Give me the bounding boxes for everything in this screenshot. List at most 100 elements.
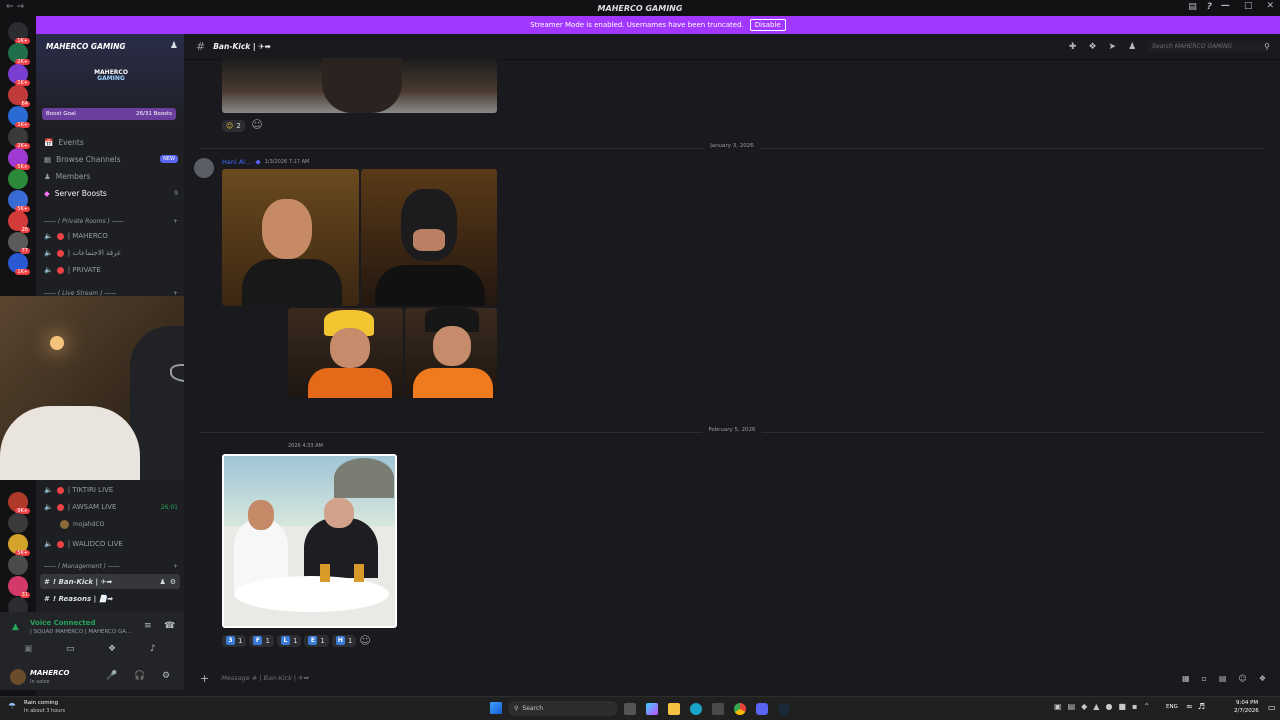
server-icon[interactable] xyxy=(8,513,28,533)
reaction[interactable]: 31 xyxy=(222,634,247,647)
sticker-icon[interactable]: ▤ xyxy=(1219,674,1227,683)
disconnect-icon[interactable]: ☎ xyxy=(164,621,175,631)
search-icon[interactable]: ⚲ xyxy=(1264,42,1270,51)
headphones-icon[interactable]: 🎧 xyxy=(134,671,145,681)
tray-app-icon[interactable]: ▲ xyxy=(1093,702,1099,711)
text-channel-ban-kick[interactable]: # ! Ban-Kick | ✈➡ ♟ ⚙ xyxy=(40,574,180,589)
activities-icon[interactable]: ❖ xyxy=(108,644,116,654)
voice-channel-meeting[interactable]: 🔈 | غرفة الاجتماعات xyxy=(44,246,178,260)
user-settings-gear-icon[interactable]: ⚙ xyxy=(162,671,170,681)
image-tile-naruto[interactable] xyxy=(288,308,403,398)
nav-back-forward[interactable]: ← → xyxy=(6,2,24,12)
server-icon[interactable] xyxy=(8,555,28,575)
camera-off-icon[interactable]: ▣ xyxy=(24,644,33,654)
voice-channel-name[interactable]: | SQUAD MAHERCO | MAHERCO GA... xyxy=(30,629,134,635)
server-icon[interactable]: 77 xyxy=(8,232,30,254)
invite-people-icon[interactable]: ♟ xyxy=(170,41,178,51)
server-header[interactable]: MAHERCO GAMING ♟ MAHERCO GAMING Boost Go… xyxy=(36,34,184,126)
server-icon[interactable]: 64 xyxy=(8,85,30,107)
start-windows-icon[interactable] xyxy=(490,702,502,714)
threads-icon[interactable]: ✚ xyxy=(1069,42,1077,52)
server-icon[interactable]: 1K+ xyxy=(8,106,30,128)
pin-icon[interactable]: ➤ xyxy=(1109,42,1117,52)
microphone-icon[interactable]: 🎤 xyxy=(106,671,117,681)
voice-connected-label[interactable]: Voice Connected xyxy=(30,619,96,627)
reaction[interactable]: ☺ 2 xyxy=(222,120,245,132)
language-indicator[interactable]: ENG xyxy=(1166,704,1178,710)
reaction[interactable]: F1 xyxy=(249,634,274,647)
add-reaction-icon[interactable]: ☺ xyxy=(251,118,262,131)
reaction[interactable]: E1 xyxy=(304,634,329,647)
server-icon[interactable]: 1K+ xyxy=(8,64,30,86)
help-icon[interactable]: ? xyxy=(1207,2,1212,12)
server-name[interactable]: MAHERCO GAMING xyxy=(46,42,126,51)
file-explorer-icon[interactable] xyxy=(668,703,680,715)
voice-channel-private[interactable]: 🔈 | PRIVATE xyxy=(44,263,178,277)
server-icon[interactable]: 2K+ xyxy=(8,127,30,149)
category-private-rooms[interactable]: —— ( Private Rooms ) —— + xyxy=(44,218,178,225)
add-attachment-icon[interactable]: + xyxy=(200,672,209,685)
steam-icon[interactable] xyxy=(778,703,790,715)
voice-channel-maherco[interactable]: 🔈 | MAHERCO xyxy=(44,229,178,243)
maximize-button[interactable]: □ xyxy=(1244,1,1253,11)
server-icon[interactable]: 1K+ xyxy=(8,253,30,275)
inbox-icon[interactable]: ▤ xyxy=(1188,2,1197,12)
server-icon[interactable]: 2K+ xyxy=(8,43,30,65)
reaction[interactable]: H1 xyxy=(331,634,357,647)
member-list-icon[interactable]: ♟ xyxy=(1128,42,1136,52)
close-button[interactable]: ✕ xyxy=(1266,1,1274,11)
invite-icon[interactable]: ♟ xyxy=(159,578,165,586)
tray-app-icon[interactable]: ▤ xyxy=(1068,702,1076,711)
copilot-icon[interactable] xyxy=(646,703,658,715)
image-tile-bald-man[interactable] xyxy=(222,169,359,306)
nav-browse-channels[interactable]: ▦ Browse Channels NEW xyxy=(44,152,178,166)
message-input[interactable]: Message # | Ban-Kick | ✈➡ xyxy=(221,674,1121,682)
disable-streamer-button[interactable]: Disable xyxy=(749,19,786,31)
text-channel-reasons[interactable]: # ! Reasons | 📄➡ xyxy=(40,591,180,606)
screen-share-icon[interactable]: ▭ xyxy=(66,644,75,654)
soundboard-icon[interactable]: ♪ xyxy=(150,644,156,654)
weather-label[interactable]: Rain coming xyxy=(24,700,58,706)
clock-time[interactable]: 9:04 PM xyxy=(1236,700,1258,706)
tray-chevron-icon[interactable]: ⌃ xyxy=(1143,702,1150,711)
discord-icon[interactable] xyxy=(756,703,768,715)
server-icon[interactable]: 9K+ xyxy=(8,492,30,514)
username[interactable]: MAHERCO xyxy=(30,669,70,677)
server-icon[interactable]: 1K+ xyxy=(8,22,30,44)
category-management[interactable]: —— ( Management ) —— + xyxy=(44,563,178,570)
server-icon[interactable]: 5K+ xyxy=(8,534,30,556)
edge-icon[interactable] xyxy=(690,703,702,715)
author-name[interactable]: Hani Al... xyxy=(222,158,251,166)
server-icon[interactable] xyxy=(8,169,28,189)
add-channel-icon[interactable]: + xyxy=(173,563,178,570)
avatar[interactable] xyxy=(10,669,26,685)
tray-app-icon[interactable]: ● xyxy=(1105,702,1112,711)
tray-app-icon[interactable]: ■ xyxy=(1118,702,1126,711)
apps-icon[interactable]: ❖ xyxy=(1259,674,1266,683)
reaction[interactable]: L1 xyxy=(276,634,302,647)
tray-app-icon[interactable]: ▣ xyxy=(1054,702,1062,711)
clock-date[interactable]: 2/7/2026 xyxy=(1234,708,1259,714)
emoji-icon[interactable]: ☺ xyxy=(1238,674,1246,683)
volume-icon[interactable]: ♬ xyxy=(1198,702,1205,711)
avatar[interactable] xyxy=(194,158,214,178)
tray-app-icon[interactable]: ◆ xyxy=(1081,702,1087,711)
server-icon[interactable]: 26 xyxy=(8,211,30,233)
server-icon[interactable]: 5K+ xyxy=(8,148,30,170)
gif-icon[interactable]: ▫ xyxy=(1202,674,1207,683)
gift-icon[interactable]: ▦ xyxy=(1182,674,1190,683)
server-icon[interactable]: 5K+ xyxy=(8,190,30,212)
voice-channel-walidco[interactable]: 🔈 | WALIDCO LIVE xyxy=(44,537,178,551)
image-tile-batman[interactable] xyxy=(361,169,497,306)
voice-user-mojahd[interactable]: mojahdCO xyxy=(60,517,178,531)
noise-suppression-icon[interactable]: ≡ xyxy=(144,621,152,631)
tray-app-icon[interactable]: ▪ xyxy=(1132,702,1137,711)
voice-channel-tiktiri[interactable]: 🔈 | TIKTIRI LIVE xyxy=(44,483,178,497)
add-reaction-icon[interactable]: ☺ xyxy=(359,634,370,647)
task-view-icon[interactable] xyxy=(624,703,636,715)
nav-server-boosts[interactable]: ◆ Server Boosts 9 xyxy=(44,186,178,200)
search-input[interactable]: Search MAHERCO GAMING xyxy=(1148,41,1269,52)
image-tile-goku[interactable] xyxy=(405,308,497,398)
boost-goal-bar[interactable]: Boost Goal 26/31 Boosts xyxy=(42,108,176,120)
mute-bell-icon[interactable]: ❖ xyxy=(1088,42,1096,52)
